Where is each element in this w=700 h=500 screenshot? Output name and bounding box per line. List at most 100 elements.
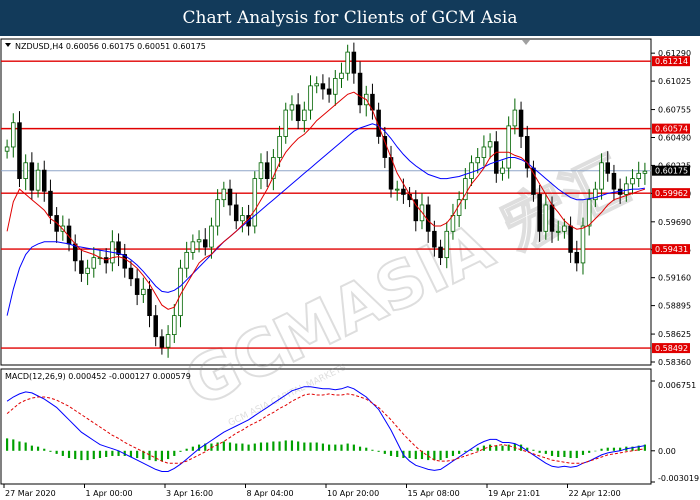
candle-body xyxy=(326,88,332,95)
macd-histogram-bar xyxy=(315,442,318,451)
macd-histogram-bar xyxy=(272,441,275,451)
price-panel-info: NZDUSD,H4 0.60056 0.60175 0.60051 0.6017… xyxy=(15,42,206,51)
candle-body xyxy=(85,267,90,274)
candle-body xyxy=(481,146,487,158)
candle-body xyxy=(159,336,165,348)
candle-body xyxy=(642,170,648,174)
candle-body xyxy=(202,239,208,248)
price-axis: 0.612900.610250.607550.604900.602250.599… xyxy=(651,49,691,367)
macd-histogram-bar xyxy=(532,449,535,451)
candle-body xyxy=(79,260,84,274)
candle-body xyxy=(432,230,437,248)
candle-body xyxy=(29,162,35,191)
candle-body xyxy=(184,251,189,269)
time-tick-label: 10 Apr 20:00 xyxy=(327,489,379,498)
candle-body xyxy=(611,172,617,190)
candle-body xyxy=(196,239,202,243)
macd-histogram-bar xyxy=(284,440,287,451)
macd-histogram-bar xyxy=(600,448,603,451)
macd-tick-label: 0.00 xyxy=(658,447,676,456)
level-label: 0.61214 xyxy=(655,57,688,66)
macd-histogram-bar xyxy=(30,445,33,451)
level-label: 0.59431 xyxy=(655,245,688,254)
candle-body xyxy=(4,146,10,152)
candle-body xyxy=(215,199,220,227)
candle-body xyxy=(147,288,152,317)
price-tick-label: 0.59690 xyxy=(658,218,691,227)
candle-body xyxy=(549,204,555,232)
candle-body xyxy=(277,136,282,158)
candle-body xyxy=(134,278,140,295)
macd-tick-label: 0.006751 xyxy=(658,381,696,390)
macd-histogram-bar xyxy=(495,445,498,451)
candle-body xyxy=(357,72,363,106)
candle-body xyxy=(283,109,289,137)
macd-histogram-bar xyxy=(290,440,294,451)
candle-body xyxy=(339,72,344,79)
level-label: 0.59962 xyxy=(655,189,688,198)
candle-body xyxy=(320,83,326,90)
candle-body xyxy=(574,251,580,264)
candle-body xyxy=(172,315,177,335)
candle-body xyxy=(444,230,450,259)
candle-body xyxy=(17,122,22,179)
macd-histogram-bar xyxy=(501,445,504,451)
macd-panel-info: MACD(12,26,9) 0.000452 -0.000127 0.00057… xyxy=(5,372,191,381)
price-tick-label: 0.58360 xyxy=(658,358,691,367)
candle-body xyxy=(599,162,604,190)
candle-body xyxy=(537,194,542,232)
candle-body xyxy=(345,51,350,74)
trading-chart: GCMASIA 宏汇 GCM ASIA CAPITAL MARKETS 0.61… xyxy=(0,38,699,498)
candle-body xyxy=(23,162,28,179)
macd-histogram-bar xyxy=(371,449,374,451)
candle-body xyxy=(469,162,474,179)
macd-histogram-bar xyxy=(160,450,163,462)
macd-histogram-bar xyxy=(383,450,386,454)
macd-histogram-bar xyxy=(191,446,194,451)
macd-histogram-bar xyxy=(346,443,349,451)
candle-body xyxy=(630,178,635,185)
macd-histogram-bar xyxy=(55,450,58,454)
macd-histogram-bar xyxy=(67,450,71,459)
macd-histogram-bar xyxy=(340,444,343,451)
candle-body xyxy=(252,178,258,227)
macd-histogram-bar xyxy=(43,448,46,451)
macd-histogram-bar xyxy=(458,450,461,454)
candle-body xyxy=(475,157,480,164)
candle-body xyxy=(289,104,295,111)
candle-body xyxy=(555,230,561,233)
macd-histogram-bar xyxy=(49,450,52,452)
macd-histogram-bar xyxy=(569,450,572,459)
macd-histogram-bar xyxy=(18,441,21,451)
macd-histogram-bar xyxy=(253,443,256,451)
candle-body xyxy=(562,225,567,232)
macd-histogram-bar xyxy=(334,444,337,451)
candle-body xyxy=(388,157,394,190)
candle-body xyxy=(586,199,592,227)
candle-body xyxy=(295,104,301,122)
time-tick-label: 1 Apr 00:00 xyxy=(86,489,133,498)
macd-histogram-bar xyxy=(278,441,281,451)
macd-histogram-bar xyxy=(216,442,219,451)
macd-histogram-bar xyxy=(544,450,547,454)
macd-histogram-bar xyxy=(105,450,108,457)
macd-histogram-bar xyxy=(606,447,609,451)
price-tick-label: 0.58895 xyxy=(658,302,691,311)
macd-histogram-bar xyxy=(538,450,541,453)
candle-body xyxy=(512,109,518,127)
macd-histogram-bar xyxy=(36,446,40,451)
macd-axis: 0.006751 0.00 -0.003019 xyxy=(651,380,699,483)
macd-histogram-bar xyxy=(228,442,232,451)
candle-body xyxy=(543,204,549,232)
candle-body xyxy=(240,215,245,222)
macd-histogram-bar xyxy=(12,439,15,451)
macd-histogram-bar xyxy=(575,450,578,459)
candle-body xyxy=(128,267,134,280)
macd-histogram-bar xyxy=(241,443,244,451)
candle-body xyxy=(11,122,16,148)
candle-body xyxy=(636,172,641,179)
chart-banner-title: Chart Analysis for Clients of GCM Asia xyxy=(0,0,700,36)
macd-histogram-bar xyxy=(61,450,64,456)
time-tick-label: 3 Apr 16:00 xyxy=(166,489,213,498)
candle-body xyxy=(351,51,357,74)
